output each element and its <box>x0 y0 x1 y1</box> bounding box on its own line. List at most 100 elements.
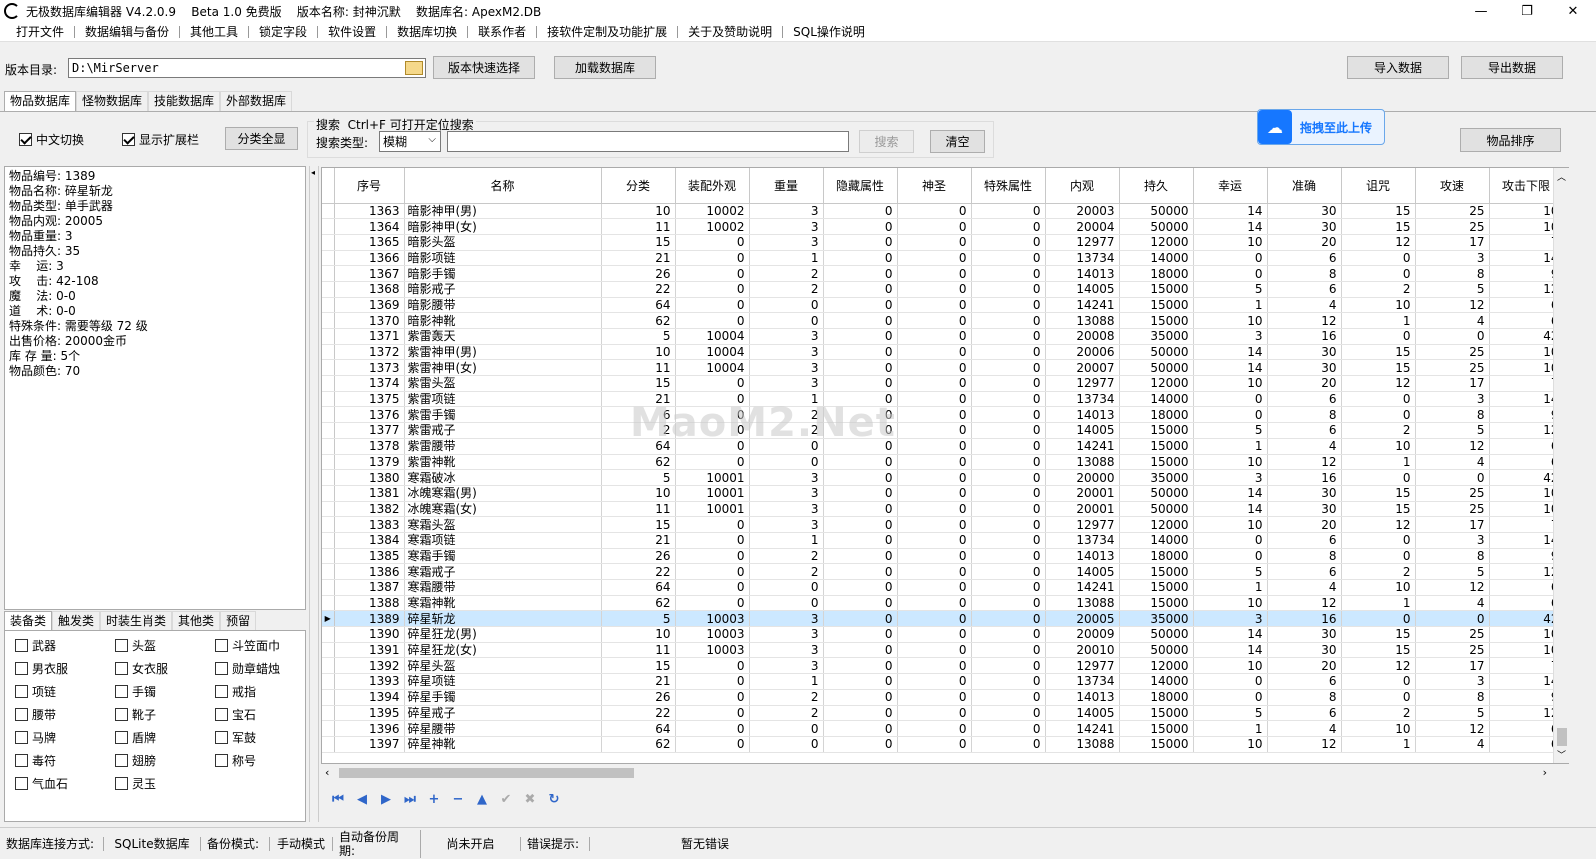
table-cell[interactable]: 0 <box>823 438 898 455</box>
table-cell[interactable]: 寒霜戒子 <box>404 563 602 580</box>
table-cell[interactable]: 14 <box>1489 250 1564 267</box>
table-cell[interactable]: 暗影头盔 <box>404 234 602 251</box>
table-cell[interactable]: 15 <box>601 516 676 533</box>
table-row[interactable]: 1386 寒霜戒子 22 0 2 0 0 0 14005 15000 5 6 2 5 12 <box>322 563 1564 580</box>
table-cell[interactable]: 0 <box>971 579 1046 596</box>
table-cell[interactable]: 26 <box>601 548 676 565</box>
table-cell[interactable]: 0 <box>823 501 898 518</box>
table-cell[interactable]: 14005 <box>1045 705 1120 722</box>
table-cell[interactable]: 0 <box>897 485 972 502</box>
table-cell[interactable]: 碎星神靴 <box>404 736 602 753</box>
category-checkbox[interactable]: 头盔 <box>115 637 215 653</box>
table-cell[interactable]: 17 <box>1415 657 1490 675</box>
table-cell[interactable]: 14013 <box>1045 689 1120 706</box>
category-checkbox[interactable]: 翅膀 <box>115 752 215 768</box>
tab-category[interactable]: 时装生肖类 <box>100 611 173 631</box>
table-cell[interactable]: 1388 <box>334 595 405 612</box>
table-cell[interactable]: 0 <box>823 406 898 424</box>
table-cell[interactable]: 10 <box>1193 657 1268 675</box>
table-cell[interactable]: 50000 <box>1119 359 1194 377</box>
table-cell[interactable]: 1380 <box>334 469 405 486</box>
table-cell[interactable]: 21 <box>601 532 676 549</box>
table-cell[interactable]: 20010 <box>1045 642 1120 659</box>
table-cell[interactable]: 12 <box>1489 422 1564 439</box>
table-cell[interactable]: 1 <box>749 673 824 690</box>
table-cell[interactable]: 0 <box>675 406 750 424</box>
table-cell[interactable]: 20000 <box>1045 469 1120 486</box>
table-cell[interactable]: 0 <box>971 516 1046 533</box>
table-cell[interactable]: 4 <box>1415 595 1490 612</box>
table-cell[interactable]: 5 <box>1193 563 1268 580</box>
table-cell[interactable]: 0 <box>675 281 750 298</box>
table-cell[interactable]: 0 <box>897 422 972 439</box>
table-cell[interactable]: 64 <box>601 438 676 455</box>
collapse-left-icon[interactable]: ◂ <box>311 168 315 177</box>
menu-item[interactable]: SQL操作说明 <box>783 26 875 38</box>
table-cell[interactable]: 3 <box>1415 250 1490 267</box>
table-cell[interactable]: 0 <box>971 312 1046 329</box>
table-cell[interactable]: 0 <box>1341 469 1416 486</box>
table-cell[interactable]: 30 <box>1267 626 1342 643</box>
table-cell[interactable]: 0 <box>971 657 1046 675</box>
table-cell[interactable]: 0 <box>1341 689 1416 706</box>
table-cell[interactable]: 0 <box>971 642 1046 659</box>
table-cell[interactable]: 暗影腰带 <box>404 297 602 314</box>
table-cell[interactable]: 14 <box>1193 359 1268 377</box>
table-cell[interactable]: 5 <box>1193 422 1268 439</box>
table-cell[interactable]: 6 <box>1267 532 1342 549</box>
table-cell[interactable]: 0 <box>823 532 898 549</box>
category-checkbox[interactable]: 手镯 <box>115 683 215 699</box>
column-header[interactable]: 持久 <box>1119 168 1194 204</box>
column-header[interactable]: 幸运 <box>1193 168 1268 204</box>
table-cell[interactable]: 1391 <box>334 642 405 659</box>
table-row[interactable]: 1388寒霜神靴620000013088150001012146 <box>322 595 1564 612</box>
table-cell[interactable]: 0 <box>823 312 898 329</box>
table-cell[interactable]: 8 <box>1415 548 1490 565</box>
table-cell[interactable]: 6 <box>1489 720 1564 737</box>
table-cell[interactable]: 1363 <box>334 203 405 220</box>
table-cell[interactable]: 0 <box>823 736 898 753</box>
table-cell[interactable]: 0 <box>971 422 1046 439</box>
table-cell[interactable]: 15000 <box>1119 563 1194 580</box>
table-cell[interactable]: 15000 <box>1119 312 1194 329</box>
checkbox-icon[interactable] <box>115 707 128 721</box>
table-cell[interactable]: 0 <box>1341 610 1416 628</box>
table-cell[interactable]: 冰魄寒霜(男) <box>404 485 602 502</box>
table-cell[interactable]: 10 <box>1489 642 1564 659</box>
table-cell[interactable]: 紫雷神甲(男) <box>404 344 602 361</box>
table-cell[interactable]: 紫雷头盔 <box>404 375 602 392</box>
column-header[interactable]: 隐藏属性 <box>823 168 898 204</box>
table-cell[interactable]: 2 <box>1341 705 1416 722</box>
table-cell[interactable]: 12 <box>1267 595 1342 612</box>
table-cell[interactable]: 5 <box>601 469 676 486</box>
table-cell[interactable]: 0 <box>823 626 898 643</box>
table-cell[interactable]: 12000 <box>1119 234 1194 251</box>
table-cell[interactable]: 14000 <box>1119 532 1194 549</box>
table-cell[interactable]: 50000 <box>1119 626 1194 643</box>
tab-category[interactable]: 其他类 <box>172 611 221 631</box>
menu-item[interactable]: 打开文件 <box>6 25 76 38</box>
table-cell[interactable]: 13088 <box>1045 312 1120 329</box>
last-record-icon[interactable]: ⏭ <box>402 791 418 807</box>
table-row[interactable]: 1380 寒霜破冰 5 10001 3 0 0 0 20000 35000 3 16 0 0 42 <box>322 469 1564 486</box>
import-button[interactable]: 导入数据 <box>1347 56 1449 79</box>
table-cell[interactable]: 0 <box>897 344 972 361</box>
table-cell[interactable]: 15000 <box>1119 595 1194 612</box>
table-cell[interactable]: 10 <box>1489 218 1564 235</box>
table-cell[interactable]: 0 <box>897 438 972 455</box>
table-cell[interactable]: 1375 <box>334 391 405 408</box>
table-cell[interactable]: 50000 <box>1119 501 1194 518</box>
table-cell[interactable]: 3 <box>749 203 824 220</box>
table-cell[interactable]: 0 <box>971 485 1046 502</box>
table-cell[interactable]: 50000 <box>1119 485 1194 502</box>
table-cell[interactable]: 1376 <box>334 406 405 424</box>
table-cell[interactable]: 碎星戒子 <box>404 705 602 722</box>
scroll-right-icon[interactable]: › <box>1543 766 1547 779</box>
table-cell[interactable]: 1 <box>1341 595 1416 612</box>
tab-db[interactable]: 怪物数据库 <box>76 91 149 111</box>
table-cell[interactable]: 1372 <box>334 344 405 361</box>
table-cell[interactable]: 3 <box>749 359 824 377</box>
table-cell[interactable]: 1 <box>1193 438 1268 455</box>
table-cell[interactable]: 30 <box>1267 218 1342 235</box>
table-cell[interactable]: 35000 <box>1119 610 1194 628</box>
